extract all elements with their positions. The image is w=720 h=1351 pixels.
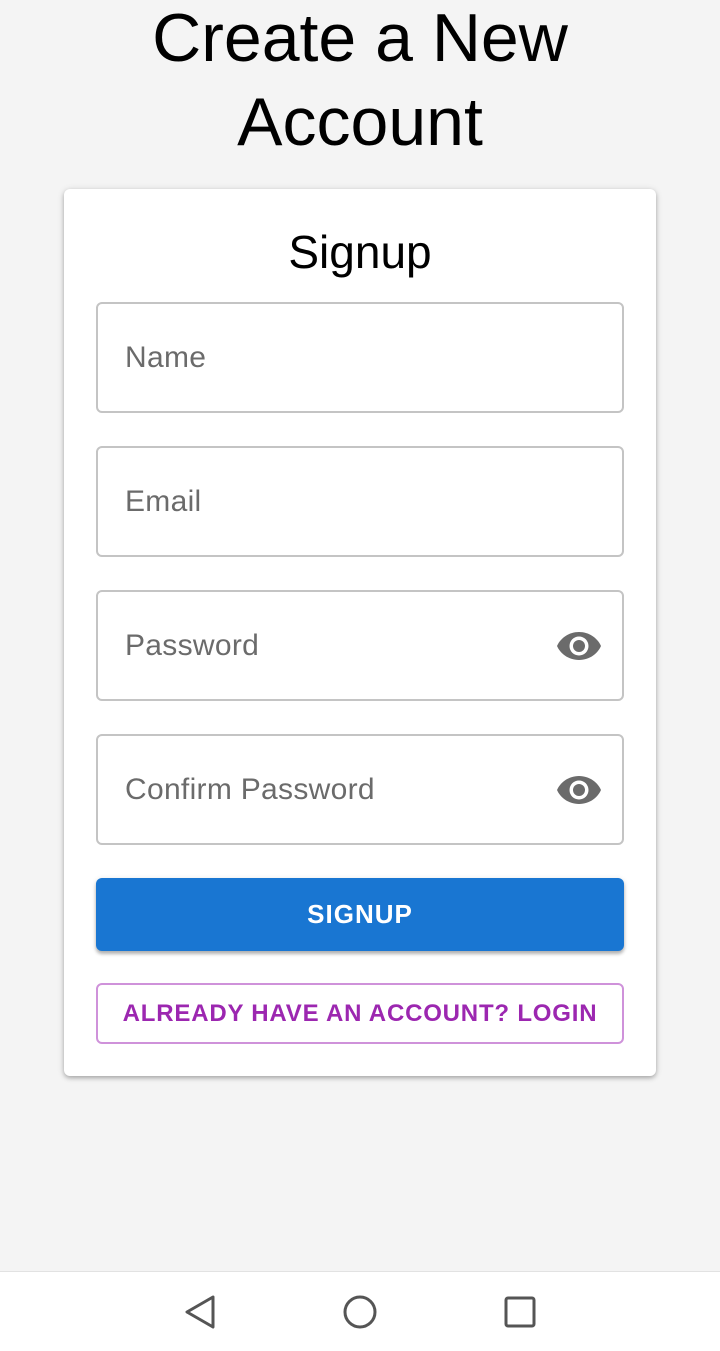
back-button[interactable] xyxy=(178,1290,222,1334)
recents-square-icon xyxy=(504,1296,536,1328)
page-title: Create a New Account xyxy=(0,0,720,164)
password-input[interactable] xyxy=(125,628,556,663)
page-title-line-2: Account xyxy=(237,84,483,160)
eye-icon xyxy=(557,631,601,660)
confirm-password-input[interactable] xyxy=(125,772,556,807)
page-title-line-1: Create a New xyxy=(152,0,568,76)
back-triangle-icon xyxy=(185,1295,215,1329)
name-field[interactable] xyxy=(96,302,624,413)
signup-button[interactable]: SIGNUP xyxy=(96,878,624,951)
recents-button[interactable] xyxy=(498,1290,542,1334)
signup-form-title: Signup xyxy=(288,226,432,278)
home-button[interactable] xyxy=(338,1290,382,1334)
confirm-password-visibility-eye-icon[interactable] xyxy=(556,767,602,813)
eye-icon xyxy=(557,775,601,804)
home-circle-icon xyxy=(343,1295,377,1329)
name-input[interactable] xyxy=(125,340,602,375)
password-field[interactable] xyxy=(96,590,624,701)
email-field[interactable] xyxy=(96,446,624,557)
login-link-button[interactable]: ALREADY HAVE AN ACCOUNT? LOGIN xyxy=(96,983,624,1044)
screen: Create a New Account Signup Name Email S… xyxy=(0,0,720,1351)
confirm-password-field[interactable] xyxy=(96,734,624,845)
password-visibility-eye-icon[interactable] xyxy=(556,623,602,669)
signup-card: Signup Name Email SIGNUP ALREADY HAVE AN… xyxy=(64,189,656,1076)
system-navigation-bar xyxy=(0,1271,720,1351)
email-input[interactable] xyxy=(125,484,602,519)
